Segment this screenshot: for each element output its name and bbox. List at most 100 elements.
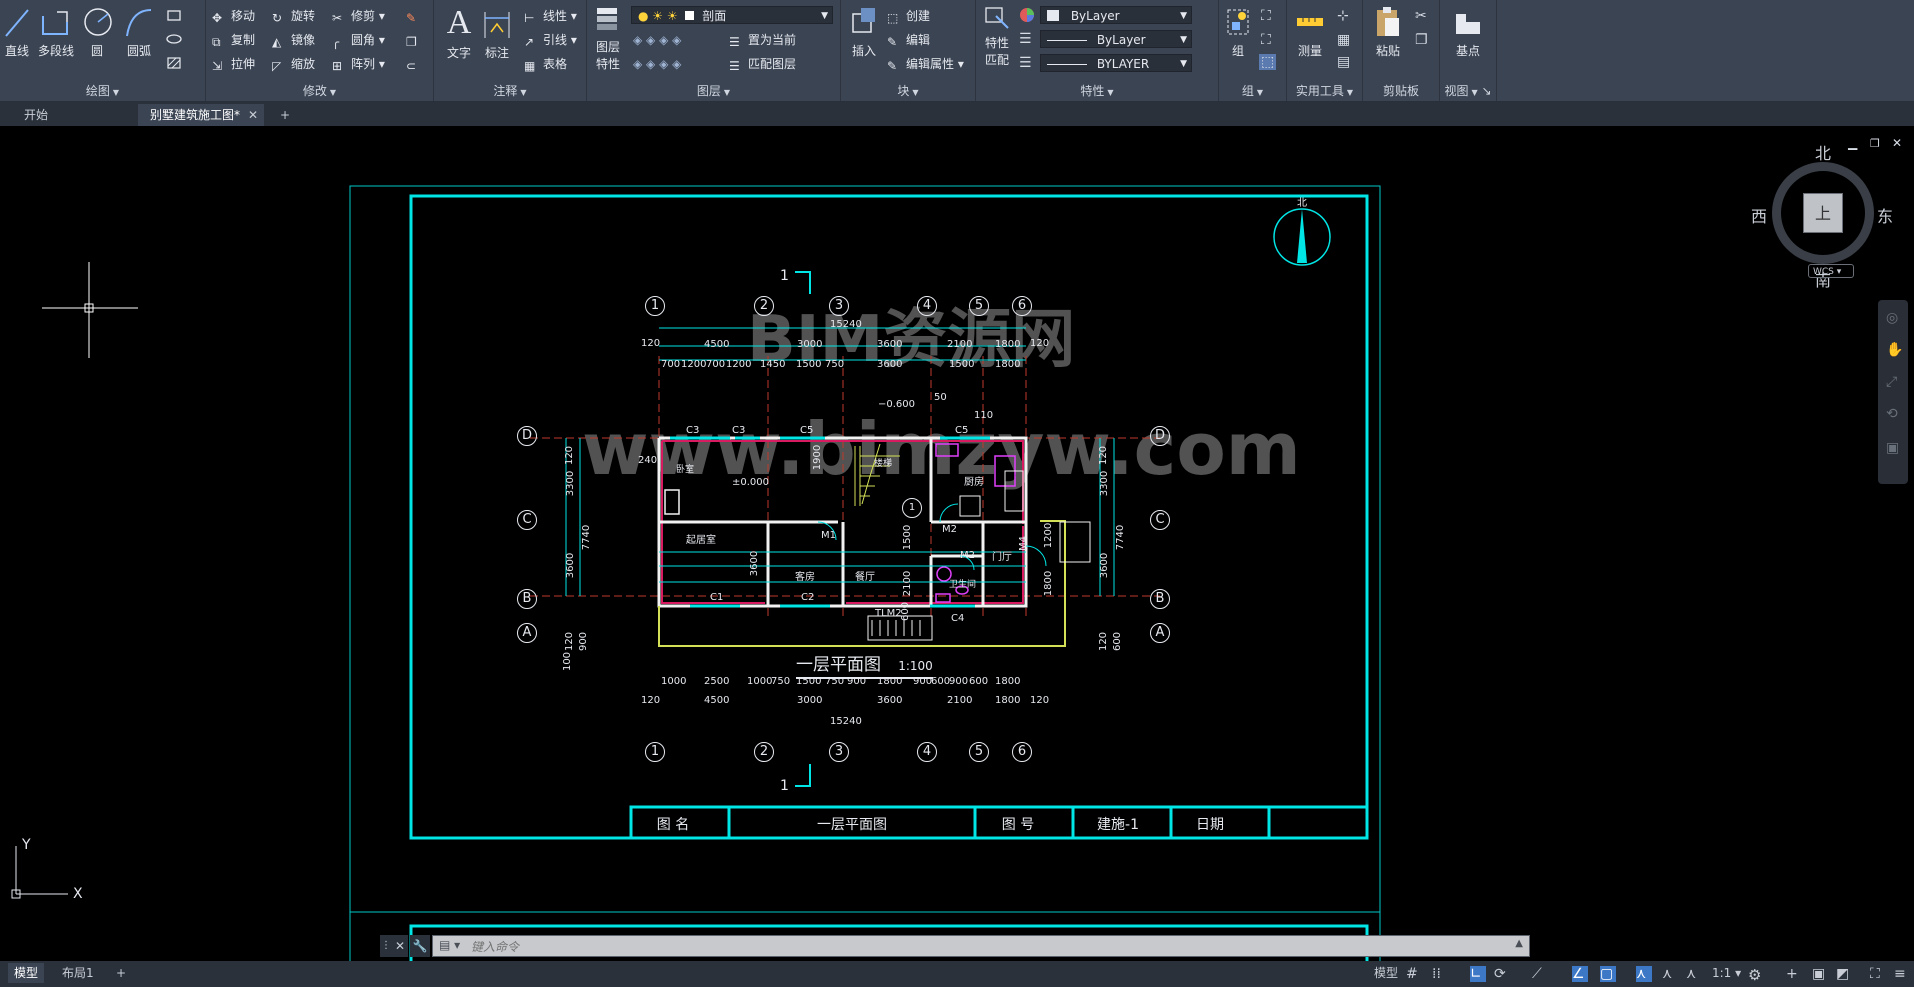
- viewcube-top-face[interactable]: 上: [1803, 193, 1843, 233]
- scale-tool[interactable]: ◸ 缩放: [272, 54, 315, 74]
- match-properties-tool[interactable]: 特性 匹配: [980, 4, 1014, 68]
- snap-mode-icon[interactable]: ⁞⁞: [1432, 966, 1448, 982]
- edit-block-tool[interactable]: ✎ 编辑: [887, 30, 930, 50]
- id-point-icon[interactable]: ▤: [1337, 54, 1350, 70]
- zoom-extents-icon[interactable]: ⤢: [1886, 374, 1897, 390]
- fillet-tool[interactable]: ╭ 圆角 ▾: [332, 30, 385, 50]
- utilities-panel-title[interactable]: 实用工具 ▼: [1287, 82, 1362, 99]
- insert-tool[interactable]: 插入: [847, 4, 881, 59]
- tab-layout1[interactable]: 布局1: [56, 963, 100, 983]
- grid-icon[interactable]: #: [1406, 966, 1422, 982]
- ortho-icon[interactable]: ∟: [1470, 966, 1486, 982]
- linear-dim-tool[interactable]: ⊢ 线性 ▾: [524, 6, 577, 26]
- viewcube-north[interactable]: 北: [1815, 140, 1831, 164]
- command-customize-button[interactable]: 🔧: [410, 935, 430, 957]
- group-select-icon[interactable]: ⬚: [1259, 54, 1277, 70]
- annotation-monitor-icon[interactable]: +: [1786, 966, 1802, 982]
- rotate-tool[interactable]: ↻ 旋转: [272, 6, 315, 26]
- annotation-scale-icon[interactable]: ⋏: [1686, 966, 1702, 982]
- isodraft-icon[interactable]: ⟋: [1532, 966, 1548, 982]
- paste-tool[interactable]: 粘贴: [1371, 4, 1405, 59]
- edit-attributes-tool[interactable]: ✎ 编辑属性 ▾: [887, 54, 964, 74]
- hardware-acceleration-icon[interactable]: ◩: [1836, 966, 1852, 982]
- ungroup-icon[interactable]: ⛶: [1261, 8, 1271, 24]
- pan-icon[interactable]: ✋: [1886, 342, 1903, 358]
- object-snap-tracking-icon[interactable]: ∠: [1572, 966, 1588, 982]
- clipboard-panel-title[interactable]: 剪贴板: [1363, 82, 1439, 99]
- move-tool[interactable]: ✥ 移动: [212, 6, 255, 26]
- annotation-visibility-icon[interactable]: ⋏: [1636, 966, 1652, 982]
- tab-model[interactable]: 模型: [8, 963, 45, 983]
- mirror-tool[interactable]: ◭ 镜像: [272, 30, 315, 50]
- new-tab-button[interactable]: +: [272, 104, 302, 126]
- base-view-tool[interactable]: 基点: [1448, 4, 1488, 59]
- modify-panel-title[interactable]: 修改 ▼: [206, 82, 433, 99]
- table-tool[interactable]: ▦ 表格: [524, 54, 567, 74]
- measure-tool[interactable]: 测量: [1293, 4, 1327, 59]
- ellipse-icon[interactable]: [166, 32, 182, 46]
- make-current-tool[interactable]: ☰ 置为当前: [729, 30, 796, 50]
- circle-tool[interactable]: 圆: [82, 4, 112, 59]
- customize-menu-icon[interactable]: ≡: [1894, 966, 1910, 982]
- properties-panel-title[interactable]: 特性 ▼: [976, 82, 1218, 99]
- viewcube-west[interactable]: 西: [1751, 203, 1767, 227]
- create-block-tool[interactable]: ⬚ 创建: [887, 6, 930, 26]
- trim-tool[interactable]: ✂ 修剪 ▾: [332, 6, 385, 26]
- layer-properties-tool[interactable]: 图层 特性: [591, 4, 625, 72]
- command-line[interactable]: ▤ ▾ ▲: [432, 935, 1530, 957]
- command-history-icon[interactable]: ▤ ▾: [439, 938, 460, 952]
- close-tab-icon[interactable]: ✕: [248, 104, 258, 126]
- model-space-toggle[interactable]: 模型: [1368, 963, 1404, 983]
- steering-wheel-icon[interactable]: ◎: [1886, 310, 1898, 326]
- annotation-panel-title[interactable]: 注释 ▼: [434, 82, 586, 99]
- wcs-menu[interactable]: WCS ▾: [1808, 264, 1854, 278]
- command-expand-icon[interactable]: ▲: [1515, 938, 1523, 949]
- copy-clip-icon[interactable]: ❐: [1415, 32, 1428, 48]
- units-icon[interactable]: ▣: [1812, 966, 1828, 982]
- polyline-tool[interactable]: 多段线: [36, 4, 76, 59]
- calculator-icon[interactable]: ▦: [1337, 32, 1350, 48]
- clean-screen-icon[interactable]: ⛶: [1870, 966, 1886, 982]
- explode-tool[interactable]: ❐: [406, 30, 425, 50]
- workspace-gear-icon[interactable]: ⚙: [1748, 966, 1764, 984]
- object-snap-icon[interactable]: ▢: [1600, 966, 1616, 982]
- hatch-icon[interactable]: [166, 56, 182, 70]
- tab-start[interactable]: 开始: [12, 104, 136, 126]
- line-tool[interactable]: 直线: [2, 4, 32, 59]
- linetype-list-icon[interactable]: ☰: [1019, 31, 1032, 47]
- lineweight-dropdown[interactable]: BYLAYER ▼: [1040, 54, 1192, 72]
- group-edit-icon[interactable]: ⛶: [1261, 32, 1271, 48]
- add-layout-button[interactable]: +: [110, 963, 132, 983]
- group-tool[interactable]: 组: [1223, 4, 1253, 59]
- quick-select-icon[interactable]: ⊹: [1337, 8, 1349, 24]
- block-panel-title[interactable]: 块 ▼: [841, 82, 975, 99]
- text-tool[interactable]: A 文字: [442, 4, 476, 61]
- array-tool[interactable]: ⊞ 阵列 ▾: [332, 54, 385, 74]
- lineweight-list-icon[interactable]: ☰: [1019, 55, 1032, 71]
- dimension-tool[interactable]: 标注: [480, 4, 514, 61]
- auto-scale-icon[interactable]: ⋏: [1662, 966, 1678, 982]
- color-wheel-icon[interactable]: [1019, 7, 1035, 23]
- linetype-dropdown[interactable]: ByLayer ▼: [1040, 30, 1192, 48]
- layers-panel-title[interactable]: 图层 ▼: [587, 82, 840, 99]
- match-layer-tool[interactable]: ☰ 匹配图层: [729, 54, 796, 74]
- erase-tool[interactable]: ✎: [406, 6, 425, 26]
- command-input[interactable]: [469, 937, 1473, 957]
- show-motion-icon[interactable]: ▣: [1886, 440, 1899, 456]
- view-panel-title[interactable]: 视图 ▼ ↘: [1440, 82, 1496, 99]
- drawing-canvas[interactable]: ▁ ❐ ✕ 图 名 一层平面图 图 号 建施-1 日期 北 BIM资源网 www…: [0, 126, 1914, 977]
- stretch-tool[interactable]: ⇲ 拉伸: [212, 54, 255, 74]
- command-grip[interactable]: ⋮: [380, 935, 392, 957]
- draw-panel-title[interactable]: 绘图 ▼: [0, 82, 205, 99]
- arc-tool[interactable]: 圆弧: [122, 4, 156, 59]
- tab-drawing[interactable]: 别墅建筑施工图* ✕: [138, 104, 264, 126]
- polar-tracking-icon[interactable]: ⟳: [1494, 966, 1510, 982]
- offset-tool[interactable]: ⊂: [406, 54, 425, 74]
- color-dropdown[interactable]: ByLayer ▼: [1040, 6, 1192, 24]
- layer-states-row[interactable]: ◈ ◈ ◈ ◈: [633, 30, 681, 50]
- leader-tool[interactable]: ↗ 引线 ▾: [524, 30, 577, 50]
- rectangle-icon[interactable]: [166, 8, 182, 22]
- layer-tools-row[interactable]: ◈ ◈ ◈ ◈: [633, 54, 681, 74]
- viewcube-east[interactable]: 东: [1877, 203, 1893, 227]
- layer-dropdown[interactable]: ● ☀ ☀ 剖面 ▼: [631, 6, 833, 24]
